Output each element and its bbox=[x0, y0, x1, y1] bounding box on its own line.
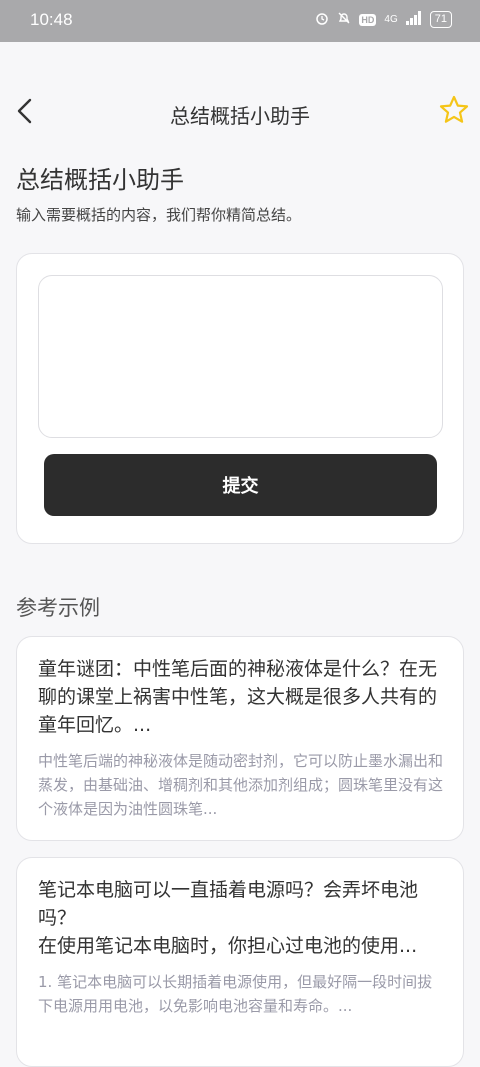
nav-title: 总结概括小助手 bbox=[170, 104, 310, 128]
favorite-button[interactable] bbox=[438, 94, 470, 126]
star-outline-icon bbox=[439, 95, 469, 123]
status-time: 10:48 bbox=[30, 10, 73, 29]
submit-button[interactable]: 提交 bbox=[44, 454, 437, 516]
mute-icon bbox=[337, 11, 351, 28]
battery-indicator: 71 bbox=[429, 11, 452, 28]
signal-icon bbox=[405, 11, 422, 28]
content-input[interactable] bbox=[38, 275, 443, 438]
status-icons: HD 4G 71 bbox=[315, 11, 452, 28]
input-card: 提交 bbox=[16, 253, 464, 544]
example-answer: 中性笔后端的神秘液体是随动密封剂，它可以防止墨水漏出和蒸发，由基础油、增稠剂和其… bbox=[38, 752, 444, 818]
page-subtitle: 输入需要概括的内容，我们帮你精简总结。 bbox=[16, 206, 302, 224]
alarm-icon bbox=[315, 11, 329, 28]
page-title: 总结概括小助手 bbox=[16, 166, 184, 194]
nav-bar: 总结概括小助手 bbox=[0, 42, 480, 140]
status-bar: 10:48 HD 4G 71 bbox=[0, 0, 480, 42]
example-question: 笔记本电脑可以一直插着电源吗？会弄坏电池吗？ 在使用笔记本电脑时，你担心过电池的… bbox=[38, 879, 419, 957]
network-label: 4G bbox=[384, 14, 398, 25]
hd-badge: HD bbox=[359, 13, 377, 26]
example-card[interactable]: 笔记本电脑可以一直插着电源吗？会弄坏电池吗？ 在使用笔记本电脑时，你担心过电池的… bbox=[16, 857, 464, 1067]
examples-title: 参考示例 bbox=[16, 596, 100, 620]
example-question: 童年谜团：中性笔后面的神秘液体是什么？在无聊的课堂上祸害中性笔，这大概是很多人共… bbox=[38, 658, 438, 736]
example-answer: 1. 笔记本电脑可以长期插着电源使用，但最好隔一段时间拔下电源用用电池，以免影响… bbox=[38, 973, 433, 1015]
example-card[interactable]: 童年谜团：中性笔后面的神秘液体是什么？在无聊的课堂上祸害中性笔，这大概是很多人共… bbox=[16, 636, 464, 841]
